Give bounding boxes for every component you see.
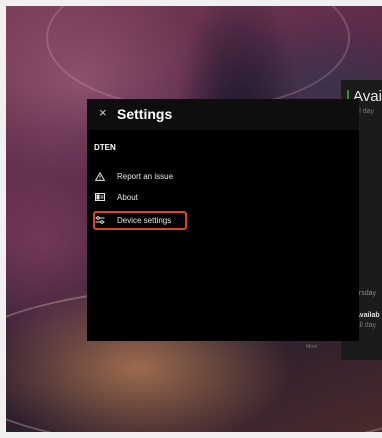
warning-triangle-icon [94, 171, 106, 181]
settings-header: × Settings [87, 99, 359, 130]
section-label: DTEN [94, 143, 116, 152]
close-icon[interactable]: × [99, 106, 107, 120]
settings-title: Settings [117, 106, 173, 122]
menu-item-label: About [117, 192, 138, 202]
menu-item-report-issue[interactable]: Report an issue [94, 169, 173, 183]
wallpaper-swoosh [46, 6, 350, 110]
more-label[interactable]: More [306, 344, 317, 350]
menu-item-label: Device settings [117, 215, 172, 225]
device-screen: Avai All day ursday Availab All day More… [6, 6, 382, 432]
menu-item-label: Report an issue [117, 171, 174, 181]
menu-item-about[interactable]: About [94, 190, 138, 204]
settings-panel: × Settings DTEN Report an issue About De… [87, 99, 359, 341]
sliders-icon [94, 215, 106, 225]
menu-item-device-settings[interactable]: Device settings [94, 213, 171, 227]
info-window-icon [94, 192, 106, 202]
